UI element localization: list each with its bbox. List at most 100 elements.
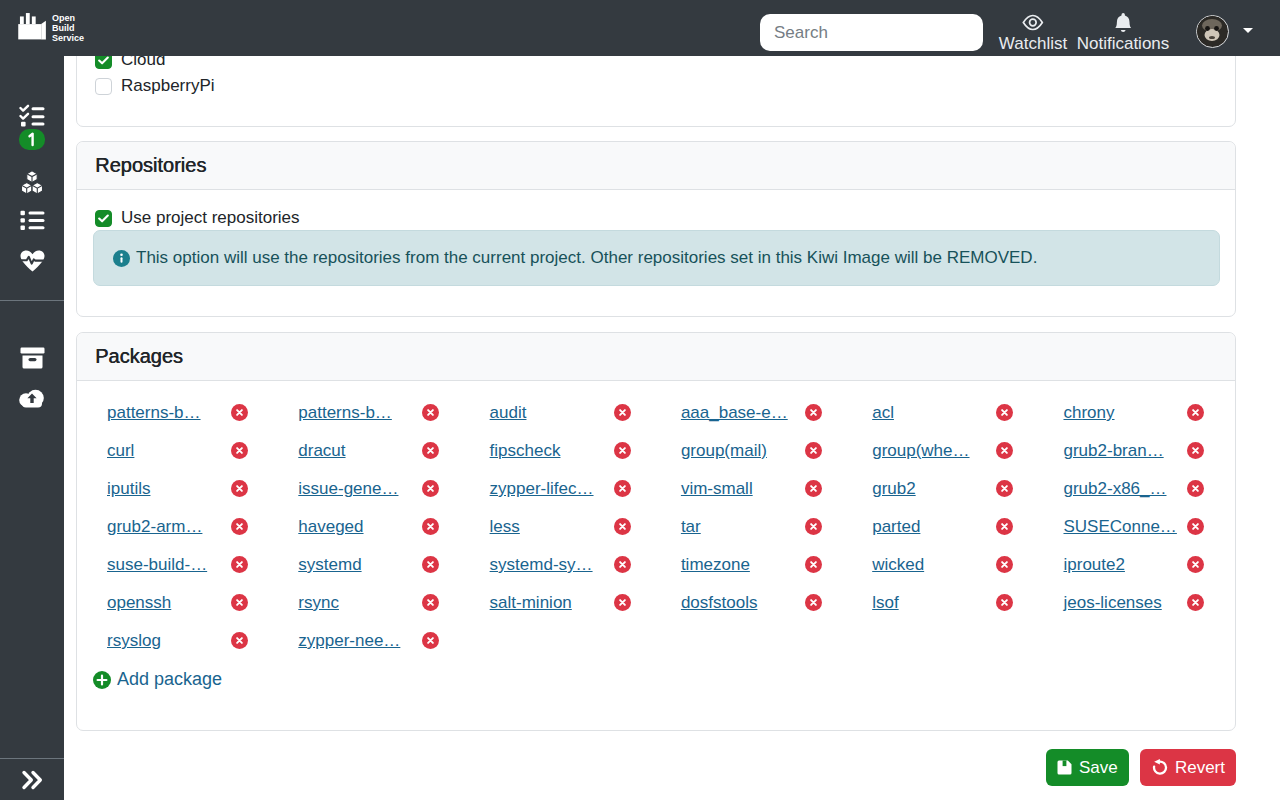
user-avatar[interactable] xyxy=(1196,15,1229,48)
package-link[interactable]: grub2-bran… xyxy=(1063,441,1163,461)
sidebar-item-upload[interactable] xyxy=(0,386,64,408)
package-link[interactable]: grub2-arm… xyxy=(107,517,202,537)
package-link[interactable]: dracut xyxy=(298,441,345,461)
raspberrypi-checkbox[interactable] xyxy=(95,78,112,95)
obs-logo[interactable]: Open Build Service xyxy=(14,9,84,46)
remove-package-icon[interactable] xyxy=(805,518,822,535)
remove-package-icon[interactable] xyxy=(231,442,248,459)
remove-package-icon[interactable] xyxy=(614,518,631,535)
package-link[interactable]: lsof xyxy=(872,593,898,613)
watchlist-nav-item[interactable]: Watchlist xyxy=(999,13,1067,54)
remove-package-icon[interactable] xyxy=(614,594,631,611)
sidebar-item-repositories[interactable] xyxy=(0,347,64,369)
package-link[interactable]: parted xyxy=(872,517,920,537)
remove-package-icon[interactable] xyxy=(1187,556,1204,573)
package-link[interactable]: patterns-b… xyxy=(298,403,392,423)
package-link[interactable]: vim-small xyxy=(681,479,753,499)
remove-package-icon[interactable] xyxy=(1187,518,1204,535)
remove-package-icon[interactable] xyxy=(996,518,1013,535)
package-link[interactable]: issue-gene… xyxy=(298,479,398,499)
remove-package-icon[interactable] xyxy=(996,404,1013,421)
package-link[interactable]: systemd xyxy=(298,555,361,575)
requests-count-badge[interactable] xyxy=(19,129,45,150)
sidebar-collapse-toggle[interactable] xyxy=(0,770,64,790)
remove-package-icon[interactable] xyxy=(422,556,439,573)
package-link[interactable]: openssh xyxy=(107,593,171,613)
package-link[interactable]: dosfstools xyxy=(681,593,758,613)
package-item: tar xyxy=(681,508,872,546)
remove-package-icon[interactable] xyxy=(614,404,631,421)
remove-package-icon[interactable] xyxy=(422,404,439,421)
package-link[interactable]: audit xyxy=(490,403,527,423)
package-link[interactable]: group(mail) xyxy=(681,441,767,461)
package-link[interactable]: grub2 xyxy=(872,479,915,499)
package-link[interactable]: jeos-licenses xyxy=(1063,593,1161,613)
package-link[interactable]: aaa_base-e… xyxy=(681,403,788,423)
remove-package-icon[interactable] xyxy=(614,556,631,573)
package-link[interactable]: haveged xyxy=(298,517,363,537)
package-link[interactable]: SUSEConne… xyxy=(1063,517,1176,537)
package-item: rsyslog xyxy=(107,622,298,660)
package-link[interactable]: wicked xyxy=(872,555,924,575)
search-input[interactable] xyxy=(760,14,983,51)
remove-package-icon[interactable] xyxy=(805,480,822,497)
add-package-link[interactable]: Add package xyxy=(93,669,222,690)
remove-package-icon[interactable] xyxy=(1187,594,1204,611)
save-button[interactable]: Save xyxy=(1046,749,1129,786)
brand-text: Open Build Service xyxy=(52,13,84,43)
remove-package-icon[interactable] xyxy=(231,632,248,649)
use-project-repositories-checkbox[interactable] xyxy=(95,210,112,227)
package-link[interactable]: zypper-nee… xyxy=(298,631,400,651)
remove-package-icon[interactable] xyxy=(996,442,1013,459)
user-menu-caret-icon[interactable] xyxy=(1243,28,1253,33)
remove-package-icon[interactable] xyxy=(422,480,439,497)
remove-package-icon[interactable] xyxy=(996,480,1013,497)
package-link[interactable]: grub2-x86_… xyxy=(1063,479,1166,499)
remove-package-icon[interactable] xyxy=(1187,480,1204,497)
revert-button[interactable]: Revert xyxy=(1140,749,1236,786)
package-link[interactable]: chrony xyxy=(1063,403,1114,423)
sidebar-item-requests[interactable] xyxy=(0,104,64,127)
remove-package-icon[interactable] xyxy=(996,556,1013,573)
package-link[interactable]: group(whe… xyxy=(872,441,969,461)
remove-package-icon[interactable] xyxy=(805,442,822,459)
add-package-icon xyxy=(93,671,111,689)
package-link[interactable]: timezone xyxy=(681,555,750,575)
remove-package-icon[interactable] xyxy=(231,518,248,535)
notifications-nav-item[interactable]: Notifications xyxy=(1077,13,1170,54)
remove-package-icon[interactable] xyxy=(614,442,631,459)
remove-package-icon[interactable] xyxy=(805,404,822,421)
package-link[interactable]: rsync xyxy=(298,593,339,613)
package-link[interactable]: curl xyxy=(107,441,134,461)
package-link[interactable]: tar xyxy=(681,517,701,537)
remove-package-icon[interactable] xyxy=(231,556,248,573)
sidebar-item-list[interactable] xyxy=(0,210,64,231)
package-link[interactable]: suse-build-… xyxy=(107,555,207,575)
package-link[interactable]: fipscheck xyxy=(490,441,561,461)
package-link[interactable]: salt-minion xyxy=(490,593,572,613)
package-link[interactable]: iputils xyxy=(107,479,150,499)
info-alert-text: This option will use the repositories fr… xyxy=(136,248,1037,268)
package-link[interactable]: iproute2 xyxy=(1063,555,1124,575)
package-link[interactable]: rsyslog xyxy=(107,631,161,651)
package-link[interactable]: zypper-lifec… xyxy=(490,479,594,499)
remove-package-icon[interactable] xyxy=(614,480,631,497)
sidebar-item-monitor[interactable] xyxy=(0,249,64,273)
remove-package-icon[interactable] xyxy=(996,594,1013,611)
sidebar-item-packages[interactable] xyxy=(0,170,64,195)
remove-package-icon[interactable] xyxy=(422,442,439,459)
package-link[interactable]: systemd-sy… xyxy=(490,555,593,575)
package-link[interactable]: less xyxy=(490,517,520,537)
remove-package-icon[interactable] xyxy=(1187,404,1204,421)
package-link[interactable]: patterns-b… xyxy=(107,403,201,423)
remove-package-icon[interactable] xyxy=(422,632,439,649)
remove-package-icon[interactable] xyxy=(805,556,822,573)
remove-package-icon[interactable] xyxy=(231,594,248,611)
remove-package-icon[interactable] xyxy=(231,404,248,421)
remove-package-icon[interactable] xyxy=(231,480,248,497)
remove-package-icon[interactable] xyxy=(422,518,439,535)
remove-package-icon[interactable] xyxy=(422,594,439,611)
remove-package-icon[interactable] xyxy=(1187,442,1204,459)
remove-package-icon[interactable] xyxy=(805,594,822,611)
package-link[interactable]: acl xyxy=(872,403,894,423)
